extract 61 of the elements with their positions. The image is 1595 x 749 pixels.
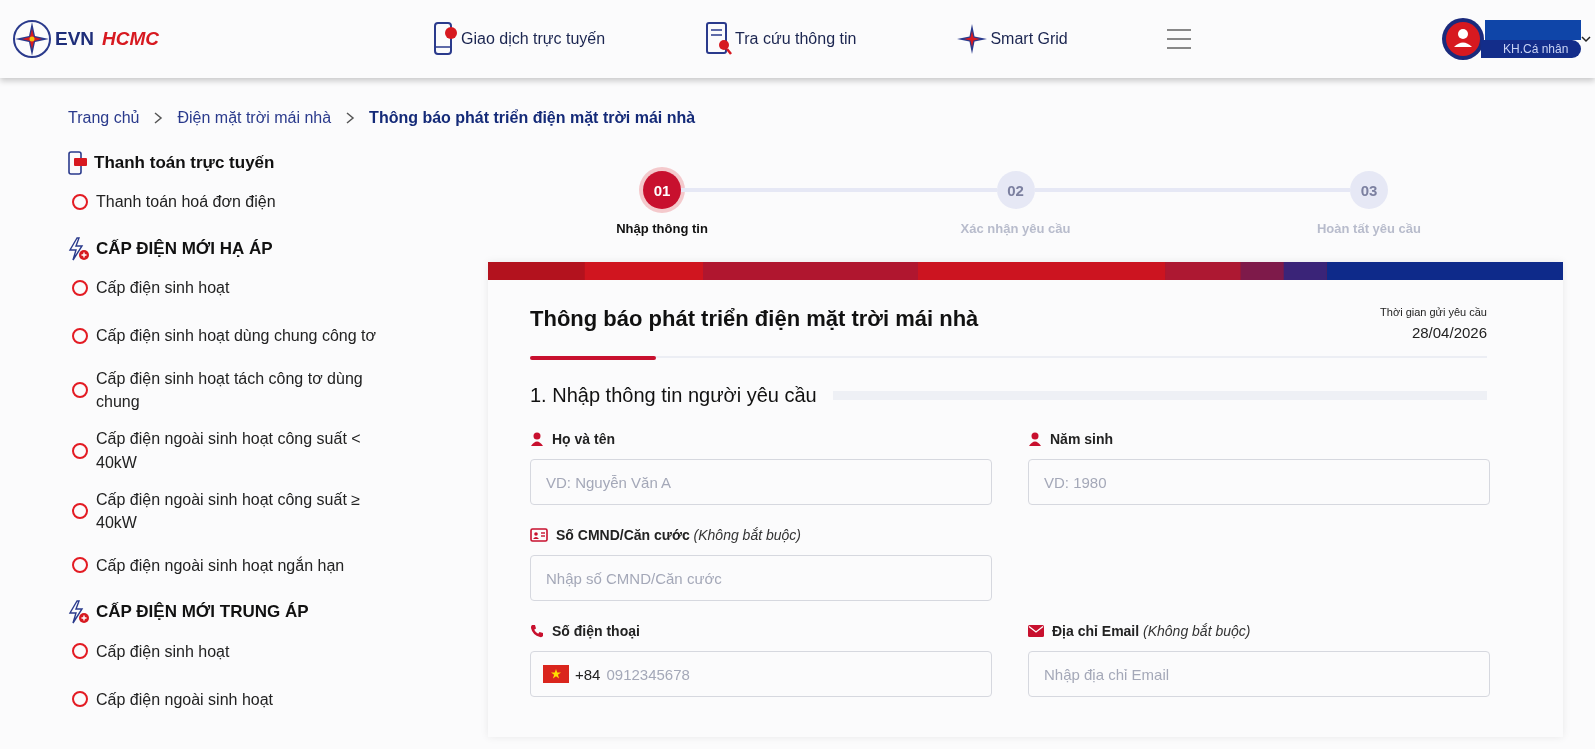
document-search-icon (705, 22, 734, 56)
sidebar-item[interactable]: Cấp điện sinh hoạt (68, 634, 398, 669)
person-icon (1028, 432, 1042, 446)
chevron-right-icon (345, 111, 356, 125)
section-heading: CẤP ĐIỆN MỚI HẠ ÁP (96, 239, 273, 259)
id-card-icon (530, 528, 548, 542)
breadcrumb-link[interactable]: Thông báo phát triển điện mặt trời mái nhà (369, 109, 696, 127)
chevron-right-icon (153, 111, 164, 125)
time-value: 28/04/2026 (1411, 324, 1487, 341)
step-number: 03 (1350, 171, 1388, 209)
field-label: Số điện thoại (552, 623, 640, 639)
breadcrumb-link[interactable]: Trang chủ (68, 109, 140, 127)
envelope-icon (1028, 625, 1044, 637)
sidebar-item[interactable]: Cấp điện ngoài sinh hoạt công suất ≥ 40kW (68, 487, 398, 535)
section-heading: CẤP ĐIỆN MỚI TRUNG ÁP (96, 602, 309, 623)
input-field[interactable]: VD: Nguyễn Văn A (530, 459, 992, 505)
time-label: Thời gian gửi yêu cầu (1380, 306, 1487, 318)
menu-icon[interactable] (1165, 27, 1192, 51)
sidebar-item[interactable]: Cấp điện sinh hoạt dùng chung công tơ (68, 319, 398, 353)
sidebar-item[interactable]: Cấp điện sinh hoạt (68, 271, 398, 305)
nav-link[interactable]: Giao dịch trực tuyến (433, 22, 606, 56)
chevron-down-icon[interactable] (1581, 35, 1591, 43)
sidebar-item[interactable]: Cấp điện ngoài sinh hoạt công suất < 40kW (68, 427, 398, 474)
number-input[interactable]: 0912345678 (606, 665, 977, 683)
step-label: Nhập thông tin (616, 221, 708, 236)
breadcrumb-link[interactable]: Điện mặt trời mái nhà (177, 109, 332, 127)
nav-link[interactable]: Tra cứu thông tin (705, 22, 857, 56)
field-label: Họ và tên (552, 431, 615, 447)
section-title: 1. Nhập thông tin người yêu cầu (530, 384, 817, 407)
step-number: 02 (996, 171, 1035, 209)
lightning-plus-icon (68, 237, 90, 261)
section-heading: Thanh toán trực tuyến (94, 153, 275, 173)
sidebar-item[interactable]: Cấp điện sinh hoạt tách công tơ dùng chung (68, 367, 398, 414)
sidebar-item[interactable]: Cấp điện ngoài sinh hoạt (68, 682, 398, 717)
payment-icon (68, 151, 88, 175)
input-field[interactable]: Nhập địa chỉ Email (1028, 651, 1490, 697)
phone-icon (530, 624, 544, 638)
lightning-plus-icon (68, 600, 90, 625)
input-field[interactable]: Nhập số CMND/Căn cước (530, 555, 992, 601)
phone-field[interactable]: +84 0912345678 (530, 651, 992, 697)
form-title: Thông báo phát triển điện mặt trời mái nhà (530, 306, 979, 332)
logo[interactable]: EVN HCMC (12, 19, 412, 59)
step-number: 01 (643, 171, 681, 209)
person-icon (530, 432, 544, 446)
flag-icon (543, 665, 569, 683)
sidebar-item[interactable]: Thanh toán hoá đơn điện (68, 185, 398, 219)
sidebar-item[interactable]: Cấp điện ngoài sinh hoạt ngắn hạn (68, 548, 398, 583)
logo-text: EVN (55, 28, 95, 50)
phone-icon (433, 22, 459, 56)
nav-link[interactable]: Smart Grid (956, 23, 1068, 55)
country-code: +84 (575, 665, 601, 683)
field-label: Địa chỉ Email (Không bắt buộc) (1052, 623, 1251, 639)
avatar-icon[interactable] (1441, 17, 1485, 61)
step-label: Hoàn tất yêu cầu (1317, 221, 1421, 236)
field-label: Năm sinh (1050, 431, 1113, 447)
logo-text: HCMC (102, 28, 160, 50)
field-label: Số CMND/Căn cước (Không bắt buộc) (556, 527, 801, 543)
role-badge: KH.Cá nhân (1481, 40, 1581, 58)
input-field[interactable]: VD: 1980 (1028, 459, 1490, 505)
compass-star-icon (12, 19, 52, 59)
step-label: Xác nhận yêu cầu (960, 221, 1071, 236)
